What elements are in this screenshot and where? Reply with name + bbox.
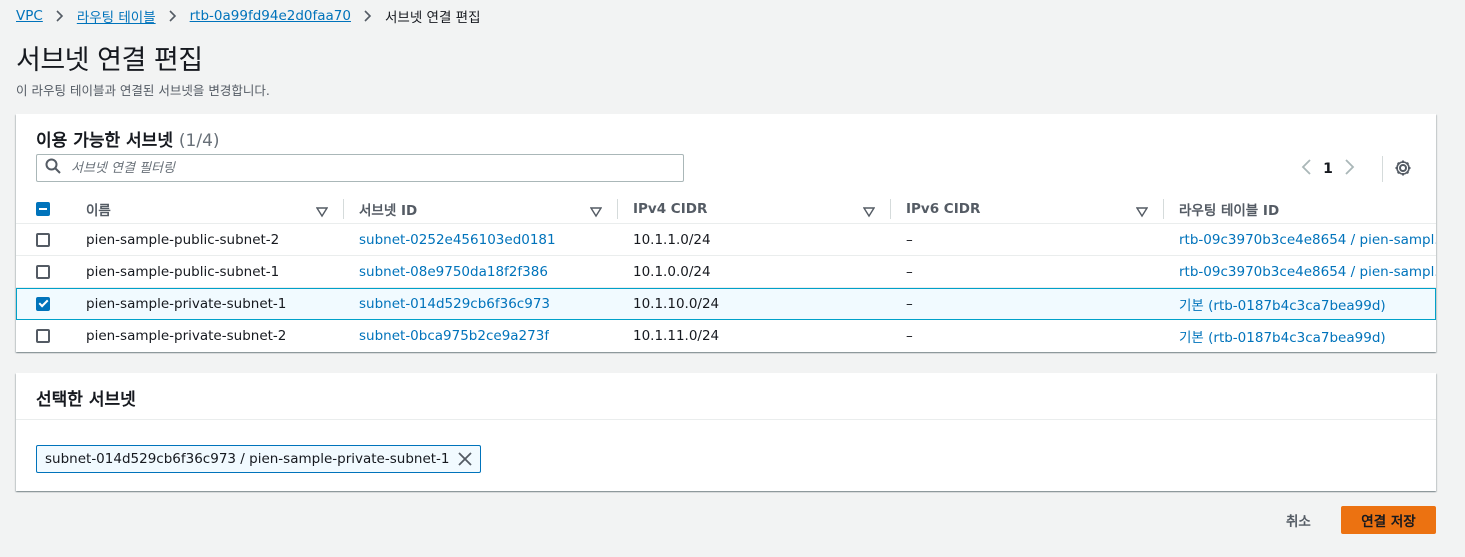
chevron-right-icon[interactable] <box>1342 158 1356 180</box>
column-header-name[interactable]: 이름 <box>86 194 111 224</box>
column-divider[interactable] <box>617 199 618 219</box>
chevron-right-icon <box>168 10 178 22</box>
selected-subnets-panel: 선택한 서브넷 subnet-014d529cb6f36c973 / pien-… <box>16 373 1436 491</box>
cell-name: pien-sample-public-subnet-2 <box>86 232 280 248</box>
sort-caret-icon[interactable] <box>1135 203 1149 222</box>
cell-name: pien-sample-private-subnet-2 <box>86 328 287 344</box>
cell-subnet-id-link[interactable]: subnet-014d529cb6f36c973 <box>359 289 550 319</box>
selection-count: (1/4) <box>178 131 220 151</box>
cell-ipv4: 10.1.1.0/24 <box>633 232 711 248</box>
page-description: 이 라우팅 테이블과 연결된 서브넷을 변경합니다. <box>16 83 270 98</box>
cell-ipv4: 10.1.11.0/24 <box>633 328 720 344</box>
search-icon <box>45 158 61 178</box>
row-checkbox[interactable] <box>36 329 50 343</box>
settings-gear-icon[interactable] <box>1394 159 1412 181</box>
available-subnets-title: 이용 가능한 서브넷 (1/4) <box>36 126 220 151</box>
cell-route-table-link[interactable]: rtb-09c3970b3ce4e8654 / pien-sampl... <box>1179 224 1436 256</box>
chevron-right-icon <box>363 10 373 22</box>
cell-route-table-link[interactable]: rtb-09c3970b3ce4e8654 / pien-sampl... <box>1179 256 1436 288</box>
filter-input[interactable] <box>69 159 629 177</box>
row-checkbox-checked[interactable] <box>36 297 50 311</box>
selected-subnets-title: 선택한 서브넷 <box>36 390 136 410</box>
table-row[interactable]: pien-sample-private-subnet-2 subnet-0bca… <box>16 320 1436 352</box>
column-divider[interactable] <box>1163 199 1164 219</box>
column-header-ipv6[interactable]: IPv6 CIDR <box>906 194 980 224</box>
page-number[interactable]: 1 <box>1314 161 1342 177</box>
column-divider[interactable] <box>890 199 891 219</box>
sort-caret-icon[interactable] <box>589 203 603 222</box>
cell-ipv4: 10.1.0.0/24 <box>633 264 711 280</box>
sort-caret-icon[interactable] <box>862 203 876 222</box>
sort-caret-icon[interactable] <box>315 203 329 222</box>
table-row-selected[interactable]: pien-sample-private-subnet-1 subnet-014d… <box>16 288 1436 320</box>
cell-subnet-id-link[interactable]: subnet-08e9750da18f2f386 <box>359 256 548 288</box>
breadcrumb: VPC 라우팅 테이블 rtb-0a99fd94e2d0faa70 서브넷 연결… <box>16 6 481 26</box>
breadcrumb-route-tables-link[interactable]: 라우팅 테이블 <box>77 6 156 26</box>
filter-input-wrapper[interactable] <box>36 154 684 182</box>
column-header-route-table[interactable]: 라우팅 테이블 ID <box>1179 194 1279 224</box>
save-associations-button[interactable]: 연결 저장 <box>1341 506 1436 534</box>
pagination: 1 <box>1300 158 1356 180</box>
table-row[interactable]: pien-sample-public-subnet-2 subnet-0252e… <box>16 224 1436 256</box>
column-header-ipv4[interactable]: IPv4 CIDR <box>633 194 707 224</box>
token-label: subnet-014d529cb6f36c973 / pien-sample-p… <box>45 451 450 467</box>
row-checkbox[interactable] <box>36 265 50 279</box>
cell-route-table-link[interactable]: 기본 (rtb-0187b4c3ca7bea99d) <box>1179 320 1436 352</box>
breadcrumb-current: 서브넷 연결 편집 <box>384 10 481 26</box>
cell-ipv4: 10.1.10.0/24 <box>633 296 720 312</box>
available-subnets-panel: 이용 가능한 서브넷 (1/4) 1 이름 서브넷 ID IPv4 CIDR I… <box>16 114 1436 352</box>
table-header: 이름 서브넷 ID IPv4 CIDR IPv6 CIDR 라우팅 테이블 ID <box>16 194 1436 224</box>
cell-ipv6: – <box>906 264 913 280</box>
breadcrumb-vpc-link[interactable]: VPC <box>16 8 43 24</box>
panel-divider <box>16 419 1436 420</box>
cell-ipv6: – <box>906 328 913 344</box>
select-all-checkbox[interactable] <box>36 202 50 216</box>
available-subnets-title-text: 이용 가능한 서브넷 <box>36 131 173 151</box>
cell-name: pien-sample-private-subnet-1 <box>86 296 287 312</box>
chevron-right-icon <box>55 10 65 22</box>
chevron-left-icon[interactable] <box>1300 158 1314 180</box>
cell-name: pien-sample-public-subnet-1 <box>86 264 280 280</box>
cancel-button[interactable]: 취소 <box>1272 506 1325 534</box>
column-divider[interactable] <box>343 199 344 219</box>
breadcrumb-route-table-link[interactable]: rtb-0a99fd94e2d0faa70 <box>190 8 351 24</box>
page-title: 서브넷 연결 편집 <box>16 45 203 76</box>
cell-subnet-id-link[interactable]: subnet-0252e456103ed0181 <box>359 224 556 256</box>
selected-subnet-token: subnet-014d529cb6f36c973 / pien-sample-p… <box>36 445 481 473</box>
cell-route-table-link[interactable]: 기본 (rtb-0187b4c3ca7bea99d) <box>1179 289 1435 319</box>
close-icon[interactable] <box>457 452 472 466</box>
column-header-subnet-id[interactable]: 서브넷 ID <box>359 194 417 224</box>
cell-subnet-id-link[interactable]: subnet-0bca975b2ce9a273f <box>359 320 549 352</box>
table-row[interactable]: pien-sample-public-subnet-1 subnet-08e97… <box>16 256 1436 288</box>
cell-ipv6: – <box>906 296 913 312</box>
cell-ipv6: – <box>906 232 913 248</box>
pager-divider <box>1382 156 1383 182</box>
row-checkbox[interactable] <box>36 233 50 247</box>
